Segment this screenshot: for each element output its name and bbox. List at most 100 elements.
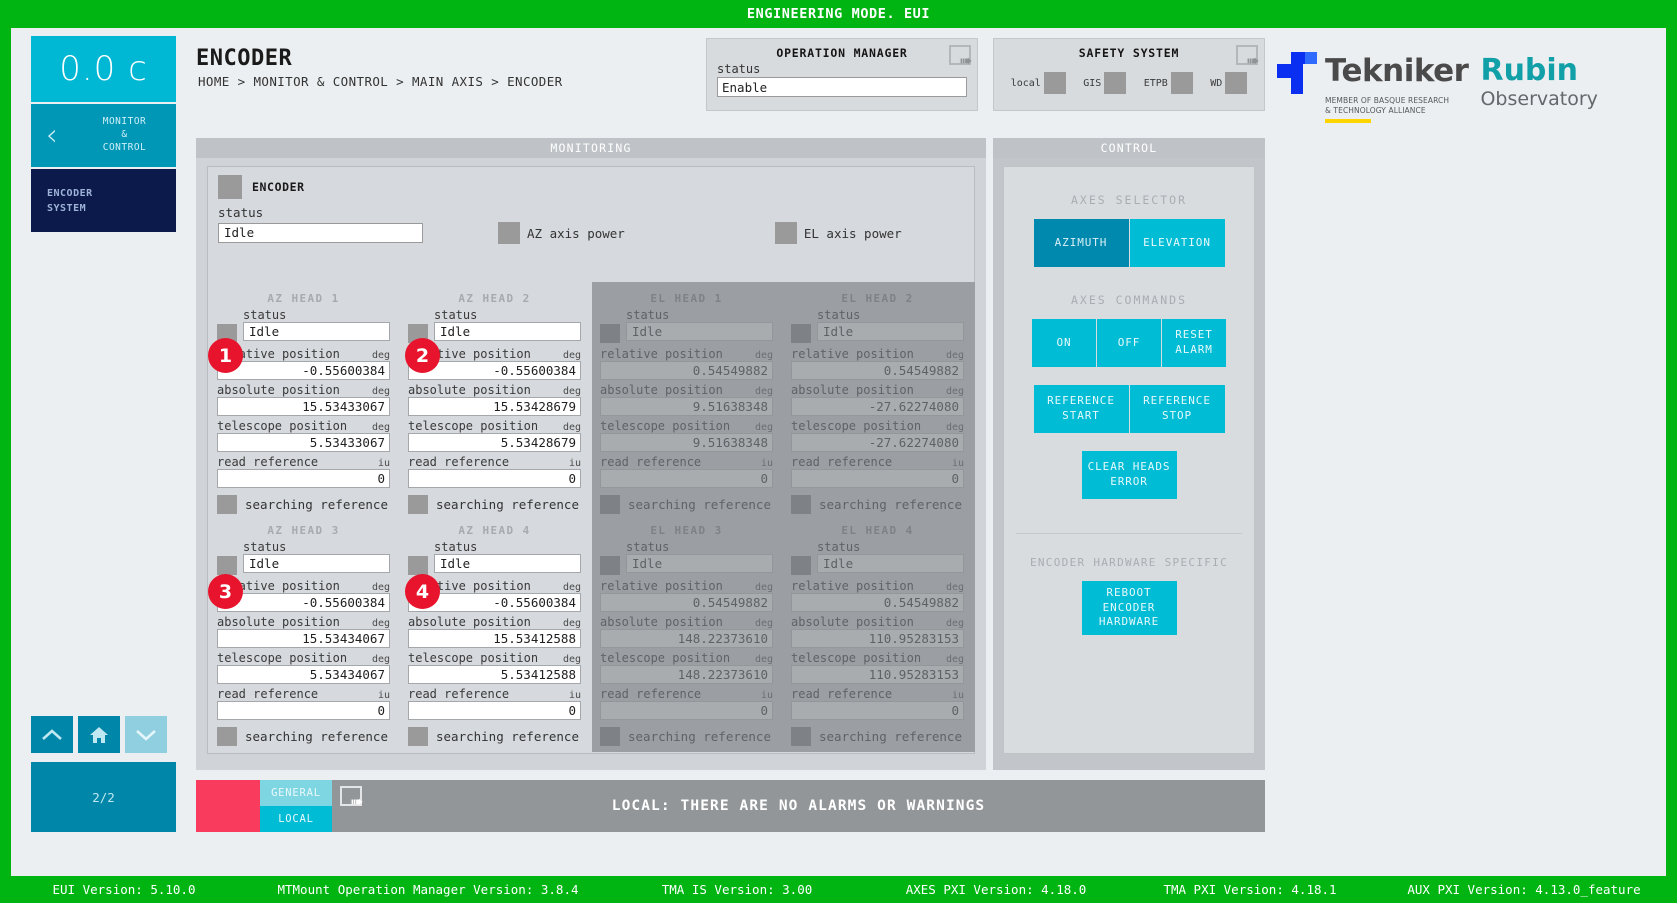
el-heads-column: EL HEAD 1 status Idle relative position … xyxy=(592,282,975,752)
head-status-value: Idle xyxy=(626,322,773,341)
head-title: EL HEAD 2 xyxy=(841,292,914,305)
annotation-badge-label: 3 xyxy=(218,580,233,603)
sidebar: 0.0 c ‹ MONITOR & CONTROL ENCODER SYSTEM xyxy=(31,36,176,232)
page-indicator[interactable]: 2/2 xyxy=(31,762,176,832)
unit-label: deg xyxy=(754,582,773,593)
unit-label: deg xyxy=(945,422,964,433)
observatory-wordmark: Observatory xyxy=(1480,88,1598,110)
relative-position-value: 0.54549882 xyxy=(791,593,964,612)
annotation-badge-1: 1 xyxy=(208,338,243,373)
unit-label: deg xyxy=(562,422,581,433)
clock-display: 0.0 c xyxy=(31,36,176,102)
unit-label: deg xyxy=(371,350,390,361)
page-indicator-label: 2/2 xyxy=(92,789,115,805)
version-tma-pxi: TMA PXI Version: 4.18.1 xyxy=(1163,882,1337,897)
telescope-position-label: telescope position xyxy=(408,419,539,433)
home-icon xyxy=(90,726,108,743)
telescope-position-label: telescope position xyxy=(791,419,922,433)
command-button-reference-start[interactable]: REFERENCE START xyxy=(1033,385,1129,433)
encoder-card-title: ENCODER xyxy=(252,180,305,194)
tekniker-wordmark: Tekniker xyxy=(1325,53,1469,89)
monitoring-panel: MONITORING ENCODER status Idle AZ axis p… xyxy=(196,138,986,770)
home-button[interactable] xyxy=(78,716,120,753)
el-head-1: EL HEAD 1 status Idle relative position … xyxy=(592,282,783,514)
version-eui: EUI Version: 5.10.0 xyxy=(52,882,196,897)
safety-indicator-gis: GIS xyxy=(1083,72,1127,94)
searching-reference-label: searching reference xyxy=(436,497,579,512)
unit-label: deg xyxy=(945,654,964,665)
telescope-position-value: 9.51638348 xyxy=(600,433,773,452)
tab-general[interactable]: GENERAL xyxy=(260,780,332,806)
alarm-message-text: LOCAL: THERE ARE NO ALARMS OR WARNINGS xyxy=(611,798,986,814)
read-reference-label-row: read reference iu xyxy=(791,687,964,701)
head-status-row: Idle xyxy=(408,322,581,344)
telescope-position-value: 5.53433067 xyxy=(217,433,390,452)
command-button-clear-heads-error[interactable]: CLEAR HEADS ERROR xyxy=(1081,451,1177,499)
command-button-off[interactable]: OFF xyxy=(1097,319,1161,367)
axis-button-azimuth[interactable]: AZIMUTH xyxy=(1033,219,1129,267)
label-line-1: RESET xyxy=(1175,328,1213,342)
unit-label: iu xyxy=(568,690,581,701)
unit-label: iu xyxy=(951,690,964,701)
command-button-reboot-encoder-hardware[interactable]: REBOOT ENCODER HARDWARE xyxy=(1081,581,1177,635)
unit-label: deg xyxy=(754,654,773,665)
command-button-reset-alarm[interactable]: RESET ALARM xyxy=(1162,319,1226,367)
scroll-up-button[interactable] xyxy=(31,716,73,753)
head-status-led xyxy=(600,323,620,343)
head-status-caption: status xyxy=(243,540,287,554)
searching-reference-led xyxy=(600,727,620,746)
axes-selector-buttons: AZIMUTH ELEVATION xyxy=(1004,219,1254,267)
head-title: AZ HEAD 2 xyxy=(458,292,531,305)
unit-label: deg xyxy=(945,350,964,361)
telescope-position-label-row: telescope position deg xyxy=(217,651,390,665)
back-chevron-icon[interactable]: ‹ xyxy=(31,120,73,151)
label-line-1: REFERENCE xyxy=(1143,394,1211,408)
telescope-position-label-row: telescope position deg xyxy=(791,419,964,433)
command-button-on[interactable]: ON xyxy=(1032,319,1096,367)
unit-label: deg xyxy=(754,386,773,397)
az-heads-row-2: AZ HEAD 3 status Idle relative position … xyxy=(209,514,592,746)
encoder-card: ENCODER status Idle AZ axis power EL axi… xyxy=(207,166,975,754)
read-reference-label: read reference xyxy=(600,455,702,469)
sidebar-active-line-1: ENCODER xyxy=(47,187,93,199)
head-status-led xyxy=(791,323,811,343)
tab-local[interactable]: LOCAL xyxy=(260,806,332,832)
read-reference-label-row: read reference iu xyxy=(408,455,581,469)
unit-label: deg xyxy=(562,386,581,397)
axis-button-label: ELEVATION xyxy=(1143,235,1211,249)
sidebar-item-encoder-system[interactable]: ENCODER SYSTEM xyxy=(31,169,176,232)
scroll-down-button[interactable] xyxy=(125,716,167,753)
head-status-row: Idle xyxy=(217,322,390,344)
head-status-value: Idle xyxy=(626,554,773,573)
searching-reference-row: searching reference xyxy=(217,723,390,746)
sidebar-item-monitor-control[interactable]: ‹ MONITOR & CONTROL xyxy=(31,104,176,167)
label-line-2: ERROR xyxy=(1110,475,1148,488)
unit-label: deg xyxy=(754,618,773,629)
searching-reference-row: searching reference xyxy=(791,723,964,746)
command-button-reference-stop[interactable]: REFERENCE STOP xyxy=(1129,385,1225,433)
relative-position-label: relative position xyxy=(600,579,723,593)
absolute-position-label: absolute position xyxy=(217,383,340,397)
searching-reference-label: searching reference xyxy=(628,729,771,744)
unit-label: iu xyxy=(377,458,390,469)
head-status-led xyxy=(600,555,620,575)
searching-reference-row: searching reference xyxy=(408,491,581,514)
relative-position-label: relative position xyxy=(600,347,723,361)
main-canvas: 0.0 c ‹ MONITOR & CONTROL ENCODER SYSTEM xyxy=(11,28,1666,876)
axis-button-elevation[interactable]: ELEVATION xyxy=(1129,219,1225,267)
unit-label: deg xyxy=(945,618,964,629)
read-reference-value: 0 xyxy=(600,701,773,720)
searching-reference-label: searching reference xyxy=(245,729,388,744)
safety-indicator-row: local GIS ETPB WD xyxy=(994,60,1264,94)
version-axes-pxi: AXES PXI Version: 4.18.0 xyxy=(905,882,1087,897)
status-led xyxy=(1225,72,1248,94)
relative-position-label: relative position xyxy=(791,579,914,593)
cursor-arrow-icon: ➠ xyxy=(959,51,973,70)
head-title: EL HEAD 4 xyxy=(841,524,914,537)
label-line-3: HARDWARE xyxy=(1098,615,1160,629)
read-reference-label: read reference xyxy=(600,687,702,701)
searching-reference-row: searching reference xyxy=(600,491,773,514)
telescope-position-label: telescope position xyxy=(600,419,731,433)
